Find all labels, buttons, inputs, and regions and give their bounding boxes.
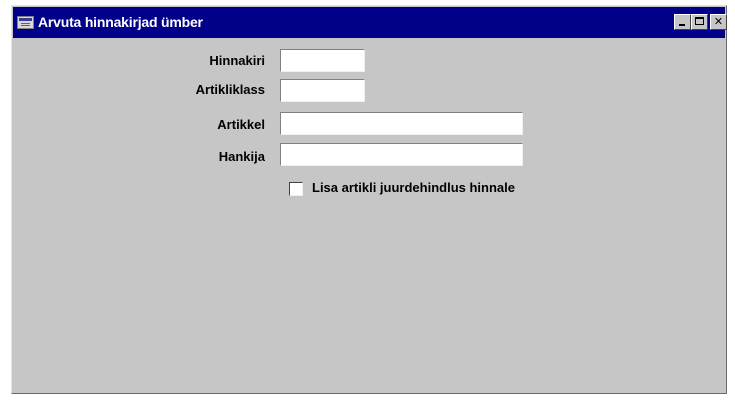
add-item-markup-label[interactable]: Lisa artikli juurdehindlus hinnale [312, 180, 515, 195]
item-field[interactable] [280, 112, 523, 135]
price-list-label: Hinnakiri [209, 53, 265, 68]
window-titlebar[interactable]: Arvuta hinnakirjad ümber ✕ [13, 7, 727, 38]
add-item-markup-checkbox[interactable] [289, 182, 303, 196]
minimize-icon [679, 24, 685, 26]
item-label: Artikkel [217, 117, 265, 132]
minimize-button[interactable] [674, 14, 691, 30]
item-class-label: Artikliklass [195, 82, 265, 97]
recalculate-price-lists-window: Arvuta hinnakirjad ümber ✕ Hinnakiri Art… [11, 5, 727, 394]
close-icon: ✕ [713, 15, 724, 28]
window-title: Arvuta hinnakirjad ümber [38, 14, 203, 30]
maximize-icon [695, 17, 704, 25]
supplier-field[interactable] [280, 143, 523, 166]
supplier-label: Hankija [218, 149, 265, 164]
price-list-field[interactable] [280, 49, 365, 72]
maximize-button[interactable] [691, 14, 708, 30]
item-class-field[interactable] [280, 79, 365, 102]
close-button[interactable]: ✕ [710, 14, 727, 30]
app-window-icon[interactable] [17, 16, 34, 29]
